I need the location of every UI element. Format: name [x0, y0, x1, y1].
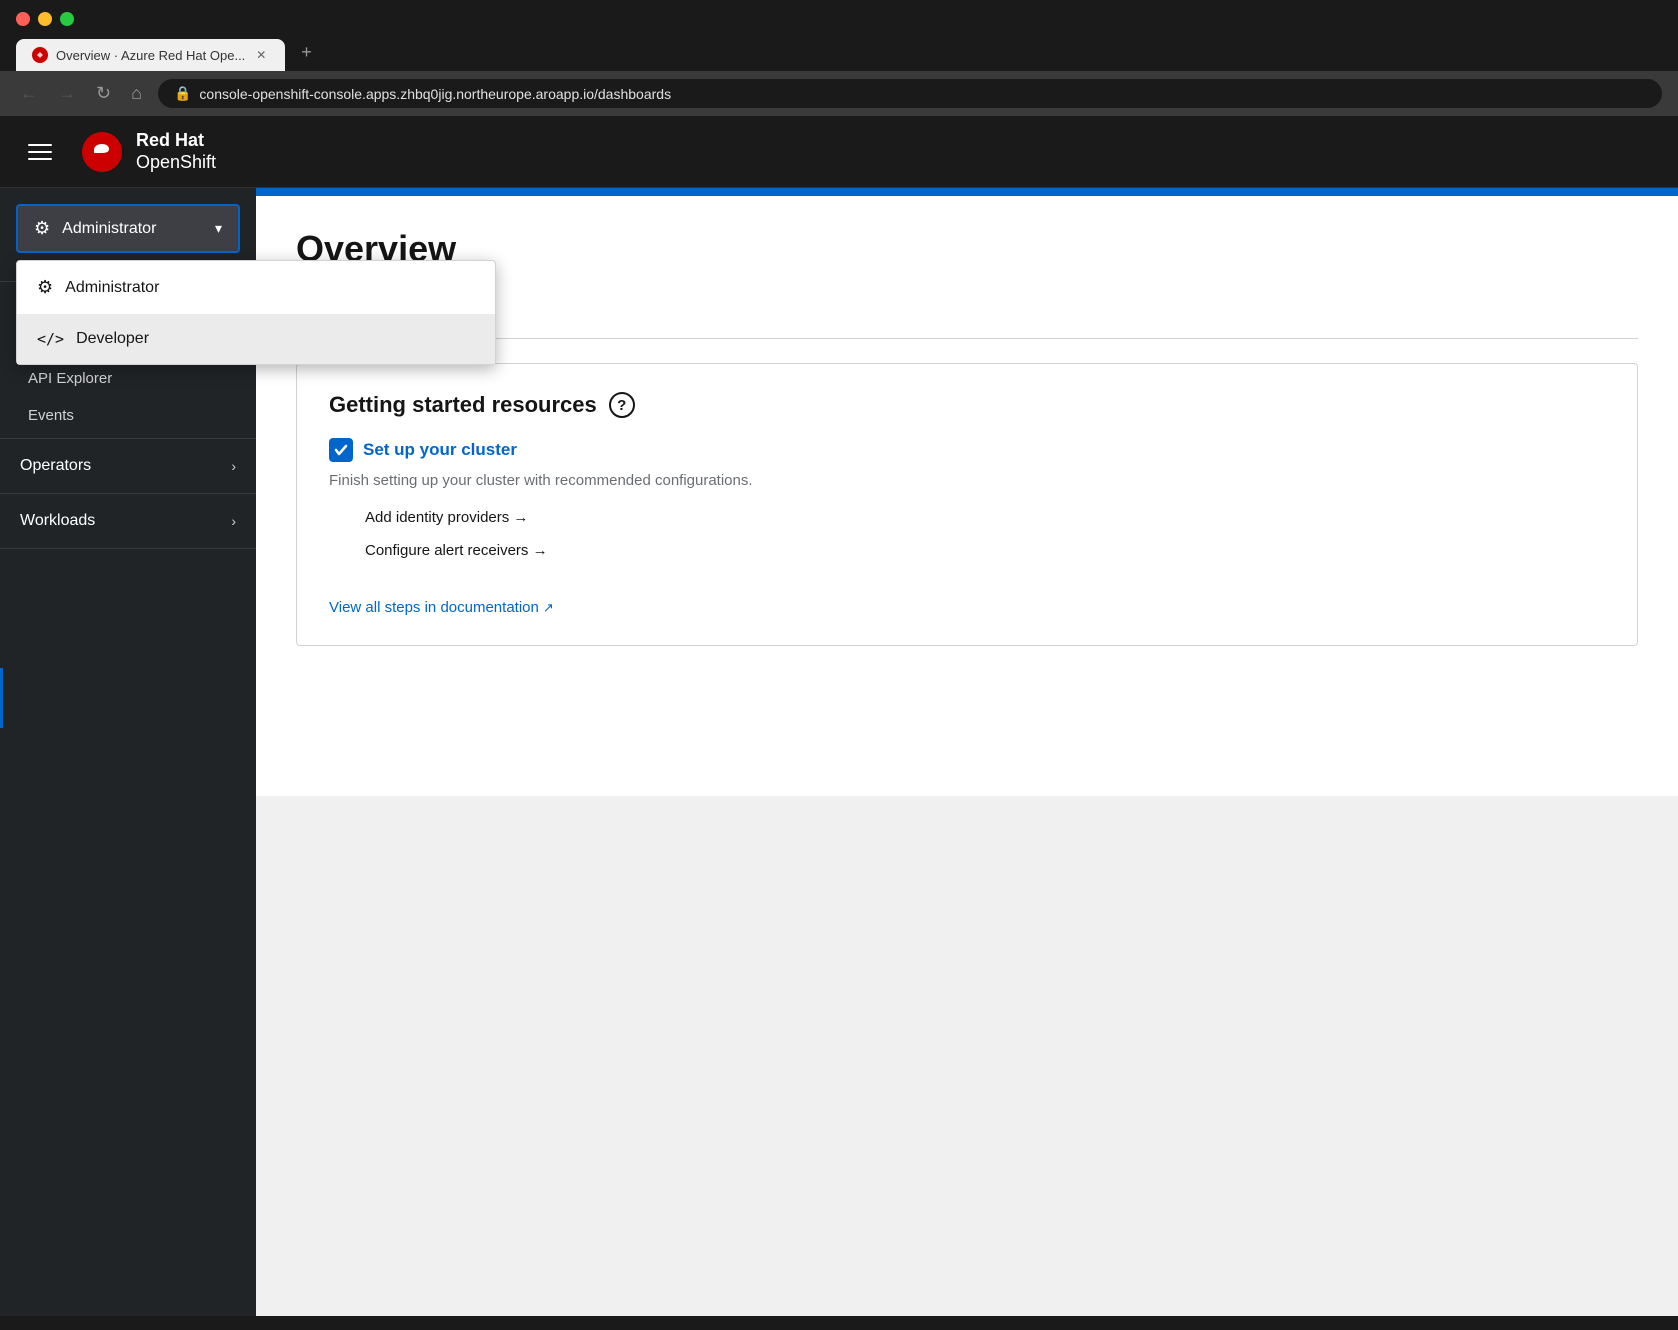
reload-button[interactable]: ↻ — [92, 79, 115, 108]
configure-alert-receivers-link[interactable]: Configure alert receivers → — [365, 538, 1605, 563]
setup-cluster-row: Set up your cluster — [329, 438, 1605, 462]
tabs-bar: Cluster — [296, 294, 1638, 339]
sidebar-item-workloads[interactable]: Workloads › — [0, 498, 256, 544]
browser-toolbar: ← → ↻ ⌂ 🔒 console-openshift-console.apps… — [0, 71, 1678, 116]
address-bar[interactable]: 🔒 console-openshift-console.apps.zhbq0ji… — [158, 79, 1662, 108]
view-docs-label: View all steps in documentation — [329, 599, 539, 616]
traffic-light-red[interactable] — [16, 12, 30, 26]
administrator-icon: ⚙ — [37, 277, 53, 298]
events-label: Events — [28, 407, 74, 424]
new-tab-button[interactable]: + — [289, 34, 324, 71]
gear-icon: ⚙ — [34, 218, 50, 239]
browser-titlebar — [0, 0, 1678, 34]
check-icon — [329, 438, 353, 462]
setup-description: Finish setting up your cluster with reco… — [329, 472, 1605, 489]
sidebar-item-operators[interactable]: Operators › — [0, 443, 256, 489]
tab-bar: Overview · Azure Red Hat Ope... ✕ + — [0, 34, 1678, 71]
page-title: Overview — [296, 228, 1638, 270]
external-link-icon: ↗ — [543, 600, 554, 616]
administrator-label: Administrator — [65, 279, 159, 297]
developer-icon: </> — [37, 330, 64, 348]
sidebar-active-indicator — [0, 668, 3, 728]
perspective-switcher-button[interactable]: ⚙ Administrator ▾ — [16, 204, 240, 253]
workloads-label: Workloads — [20, 512, 95, 530]
hamburger-menu-button[interactable] — [24, 140, 56, 164]
sidebar-separator-4 — [0, 548, 256, 549]
main-layout: ⚙ Administrator ▾ ⚙ Administrator </> De… — [0, 188, 1678, 1316]
perspective-label: Administrator — [62, 220, 156, 238]
operators-label: Operators — [20, 457, 91, 475]
view-docs-row: View all steps in documentation ↗ — [329, 583, 1605, 617]
chevron-down-icon: ▾ — [215, 220, 222, 237]
back-button[interactable]: ← — [16, 79, 42, 108]
sidebar-separator-2 — [0, 438, 256, 439]
browser-tab-active[interactable]: Overview · Azure Red Hat Ope... ✕ — [16, 39, 285, 71]
operators-chevron-icon: › — [231, 458, 236, 474]
forward-button[interactable]: → — [54, 79, 80, 108]
help-icon[interactable]: ? — [609, 392, 635, 418]
perspective-switcher: ⚙ Administrator ▾ ⚙ Administrator </> De… — [0, 188, 256, 269]
redhat-logo — [80, 130, 124, 174]
sidebar-item-events[interactable]: Events — [0, 397, 256, 434]
card-title-row: Getting started resources ? — [329, 392, 1605, 418]
traffic-light-yellow[interactable] — [38, 12, 52, 26]
brand-product: OpenShift — [136, 152, 216, 174]
developer-label: Developer — [76, 330, 149, 348]
blue-header-bar — [256, 188, 1678, 196]
sidebar-separator-3 — [0, 493, 256, 494]
setup-cluster-link[interactable]: Set up your cluster — [363, 440, 517, 460]
top-nav: Red Hat OpenShift — [0, 116, 1678, 188]
tab-close-button[interactable]: ✕ — [253, 47, 269, 63]
browser-chrome: Overview · Azure Red Hat Ope... ✕ + ← → … — [0, 0, 1678, 116]
view-docs-link[interactable]: View all steps in documentation ↗ — [329, 599, 554, 616]
workloads-chevron-icon: › — [231, 513, 236, 529]
lock-icon: 🔒 — [174, 85, 191, 102]
action-links: Add identity providers → Configure alert… — [329, 505, 1605, 563]
logo-area: Red Hat OpenShift — [80, 130, 216, 174]
app-container: Red Hat OpenShift ⚙ Administrator ▾ ⚙ Ad… — [0, 116, 1678, 1316]
perspective-dropdown: ⚙ Administrator </> Developer — [16, 260, 496, 365]
url-text: console-openshift-console.apps.zhbq0jig.… — [199, 86, 671, 102]
add-identity-providers-link[interactable]: Add identity providers → — [365, 505, 1605, 530]
home-button[interactable]: ⌂ — [127, 79, 146, 108]
brand-text: Red Hat OpenShift — [136, 130, 216, 173]
traffic-lights — [16, 12, 74, 26]
help-icon-label: ? — [617, 397, 626, 414]
sidebar-item-api-explorer[interactable]: API Explorer — [0, 360, 256, 397]
tab-favicon — [32, 47, 48, 63]
dropdown-item-developer[interactable]: </> Developer — [17, 314, 495, 364]
tab-title: Overview · Azure Red Hat Ope... — [56, 48, 245, 63]
brand-name: Red Hat — [136, 130, 216, 152]
getting-started-card: Getting started resources ? Set up your … — [296, 363, 1638, 646]
api-explorer-label: API Explorer — [28, 370, 112, 387]
dropdown-item-administrator[interactable]: ⚙ Administrator — [17, 261, 495, 314]
traffic-light-green[interactable] — [60, 12, 74, 26]
sidebar: ⚙ Administrator ▾ ⚙ Administrator </> De… — [0, 188, 256, 1316]
card-title: Getting started resources — [329, 392, 597, 418]
